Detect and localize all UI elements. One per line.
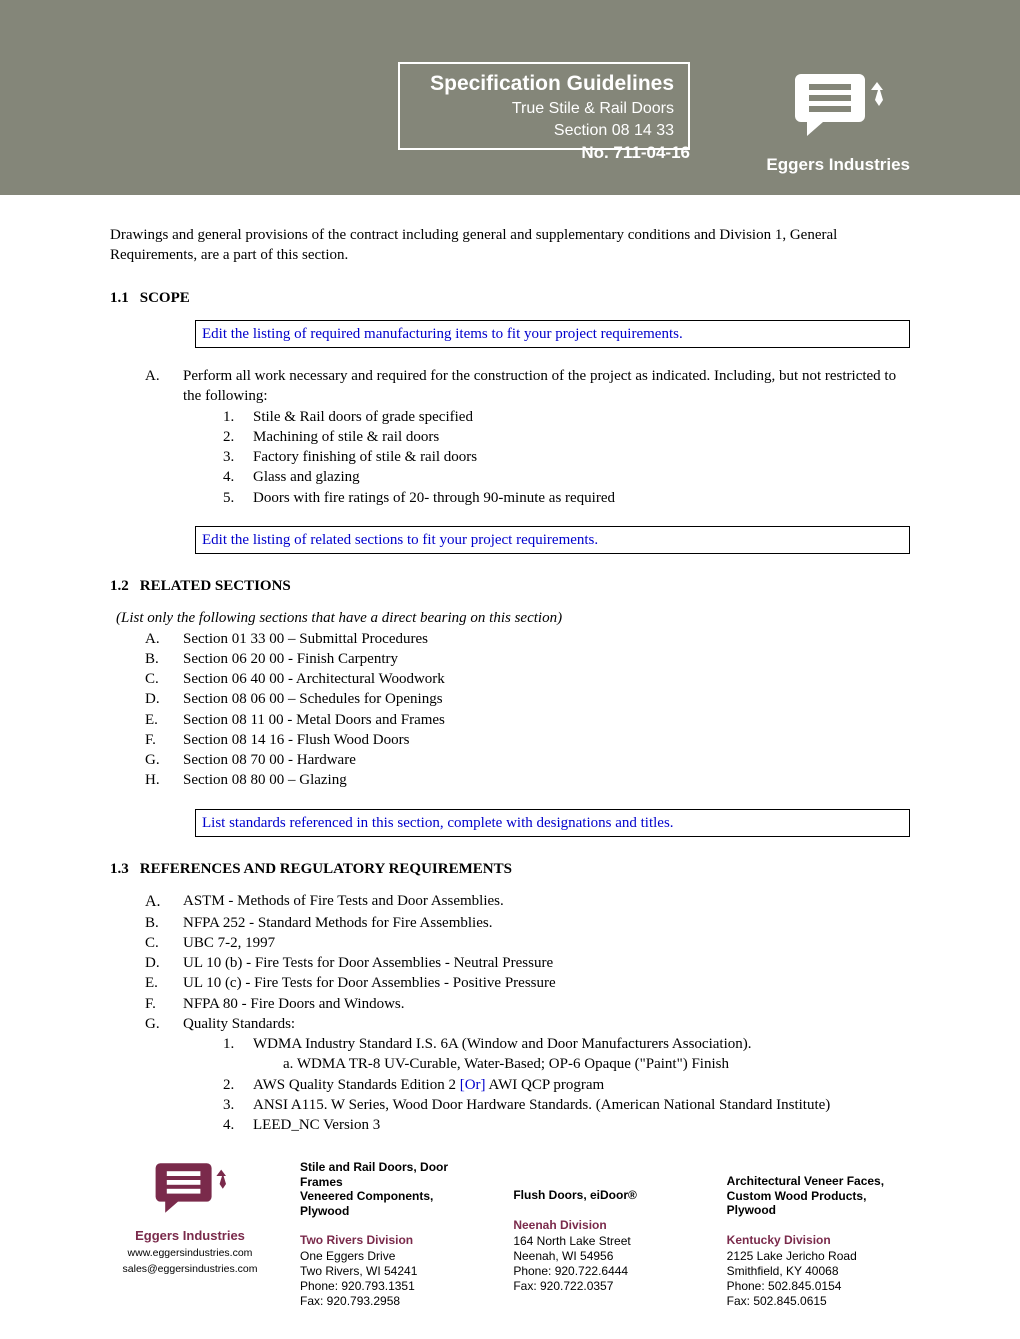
list-item: G.Section 08 70 00 - Hardware xyxy=(145,750,910,770)
editor-note-standards: List standards referenced in this sectio… xyxy=(195,809,910,837)
doc-number: No. 711-04-16 xyxy=(581,142,690,165)
footer-website: www.eggersindustries.com xyxy=(110,1246,270,1260)
list-item: H.Section 08 80 00 – Glazing xyxy=(145,770,910,790)
page-footer: Eggers Industries www.eggersindustries.c… xyxy=(0,1135,1020,1339)
doc-title: Specification Guidelines xyxy=(430,70,674,98)
brand-logo: Eggers Industries xyxy=(766,70,910,177)
list-item: D.UL 10 (b) - Fire Tests for Door Assemb… xyxy=(145,953,910,973)
heading-1-1: 1.1 SCOPE xyxy=(110,288,910,308)
item-1-1-A: A. Perform all work necessary and requir… xyxy=(145,366,910,407)
list-item: C.Section 06 40 00 - Architectural Woodw… xyxy=(145,669,910,689)
list-item: 1.Stile & Rail doors of grade specified xyxy=(223,407,910,427)
heading-1-3: 1.3 REFERENCES AND REGULATORY REQUIREMEN… xyxy=(110,859,910,879)
editor-note-related: Edit the listing of related sections to … xyxy=(195,526,910,554)
list-item: A.Section 01 33 00 – Submittal Procedure… xyxy=(145,629,910,649)
footer-logo: Eggers Industries www.eggersindustries.c… xyxy=(110,1160,270,1309)
title-block: Specification Guidelines True Stile & Ra… xyxy=(398,62,690,150)
list-item-sub: a. WDMA TR-8 UV-Curable, Water-Based; OP… xyxy=(283,1054,910,1074)
intro-paragraph: Drawings and general provisions of the c… xyxy=(110,225,910,266)
section-1-2: 1.2 RELATED SECTIONS (List only the foll… xyxy=(110,576,910,837)
or-clause: [Or] xyxy=(460,1077,486,1093)
footer-col-3: Architectural Veneer Faces, Custom Wood … xyxy=(727,1160,910,1309)
italic-note: (List only the following sections that h… xyxy=(116,608,910,628)
footer-col-2: Flush Doors, eiDoor® Neenah Division 164… xyxy=(513,1160,696,1309)
division-name: Kentucky Division xyxy=(727,1232,910,1248)
list-item: G.Quality Standards: xyxy=(145,1014,910,1034)
list-item: E.Section 08 11 00 - Metal Doors and Fra… xyxy=(145,710,910,730)
list-item: 4.Glass and glazing xyxy=(223,467,910,487)
footer-brand-name: Eggers Industries xyxy=(110,1227,270,1245)
logo-icon xyxy=(793,70,883,146)
doc-subtitle: True Stile & Rail Doors xyxy=(430,98,674,120)
list-item: 2.Machining of stile & rail doors xyxy=(223,427,910,447)
list-item: 3.Factory finishing of stile & rail door… xyxy=(223,447,910,467)
list-item: 5.Doors with fire ratings of 20- through… xyxy=(223,488,910,508)
list-item: D.Section 08 06 00 – Schedules for Openi… xyxy=(145,689,910,709)
page-content: Drawings and general provisions of the c… xyxy=(0,195,1020,1135)
section-1-3: 1.3 REFERENCES AND REGULATORY REQUIREMEN… xyxy=(110,859,910,1136)
list-item: F.NFPA 80 - Fire Doors and Windows. xyxy=(145,994,910,1014)
heading-1-2: 1.2 RELATED SECTIONS xyxy=(110,576,910,596)
list-item: E.UL 10 (c) - Fire Tests for Door Assemb… xyxy=(145,973,910,993)
list-item: 1.WDMA Industry Standard I.S. 6A (Window… xyxy=(223,1034,910,1054)
list-item: 2. AWS Quality Standards Edition 2 [Or] … xyxy=(223,1075,910,1095)
footer-col-1: Stile and Rail Doors, Door Frames Veneer… xyxy=(300,1160,483,1309)
brand-name: Eggers Industries xyxy=(766,154,910,177)
list-item: 3.ANSI A115. W Series, Wood Door Hardwar… xyxy=(223,1095,910,1115)
list-item: 4.LEED_NC Version 3 xyxy=(223,1115,910,1135)
logo-icon xyxy=(110,1160,270,1220)
list-item: B.NFPA 252 - Standard Methods for Fire A… xyxy=(145,913,910,933)
doc-section: Section 08 14 33 xyxy=(430,120,674,142)
list-item: A.ASTM - Methods of Fire Tests and Door … xyxy=(145,891,910,913)
list-item: B.Section 06 20 00 - Finish Carpentry xyxy=(145,649,910,669)
editor-note-scope: Edit the listing of required manufacturi… xyxy=(195,320,910,348)
division-name: Two Rivers Division xyxy=(300,1232,483,1248)
division-name: Neenah Division xyxy=(513,1217,696,1233)
footer-email: sales@eggersindustries.com xyxy=(110,1262,270,1276)
header-banner: Specification Guidelines True Stile & Ra… xyxy=(0,0,1020,195)
list-item: C.UBC 7-2, 1997 xyxy=(145,933,910,953)
list-item: F.Section 08 14 16 - Flush Wood Doors xyxy=(145,730,910,750)
